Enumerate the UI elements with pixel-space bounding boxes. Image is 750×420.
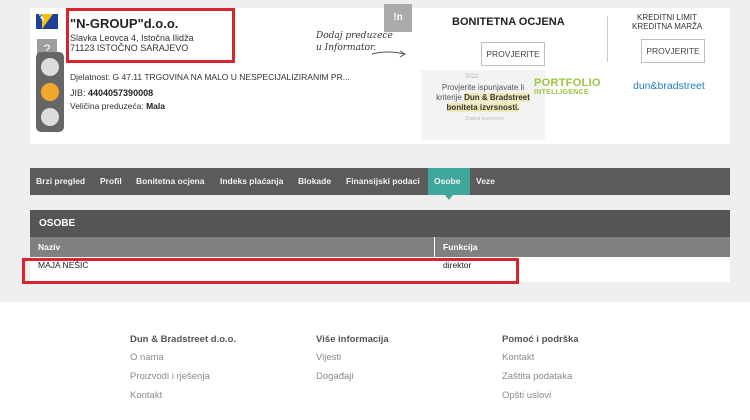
persons-title: OSOBE (30, 210, 730, 237)
tab-financial-data[interactable]: Finansijski podaci (346, 168, 420, 195)
company-address-line1: Slavka Leovca 4, Istočna Ilidža (70, 33, 194, 43)
excellence-promo-banner[interactable]: 2022 Provjerite ispunjavate li kriterije… (421, 70, 545, 140)
footer-heading: Više informacija (316, 334, 389, 345)
footer-link-events[interactable]: Događaji (316, 371, 389, 382)
rating-section: BONITETNA OCJENA PROVJERITE (421, 8, 604, 70)
company-nav-tabs: Brzi pregled Profil Bonitetna ocjena Ind… (30, 168, 730, 200)
footer-link-about[interactable]: O nama (130, 352, 236, 363)
footer-column-company: Dun & Bradstreet d.o.o. O nama Proizvodi… (130, 334, 236, 409)
tab-persons[interactable]: Osobe (428, 168, 470, 200)
promo-subtitle: Zlatna izvrsnost (465, 116, 504, 122)
company-activity: Djelatnost: G 47.11 TRGOVINA NA MALO U N… (70, 72, 350, 82)
credit-limit-title: KREDITNI LIMIT (637, 13, 698, 22)
footer-link-products[interactable]: Proizvodi i rješenja (130, 371, 236, 382)
credit-limit-section: KREDITNI LIMIT KREDITNA MARŽA PROVJERITE (613, 8, 730, 70)
tab-profile[interactable]: Profil (100, 168, 122, 195)
credit-limit-check-button[interactable]: PROVJERITE (641, 39, 705, 63)
footer-link-support-contact[interactable]: Kontakt (502, 352, 579, 363)
rating-check-button[interactable]: PROVJERITE (481, 42, 545, 66)
footer-link-news[interactable]: Vijesti (316, 352, 389, 363)
company-name: "N-GROUP"d.o.o. (70, 16, 179, 31)
footer: Dun & Bradstreet d.o.o. O nama Proizvodi… (0, 302, 750, 420)
person-row-highlight (22, 258, 519, 284)
footer-heading: Pomoć i podrška (502, 334, 579, 345)
footer-column-support: Pomoć i podrška Kontakt Zaštita podataka… (502, 334, 579, 409)
rating-title: BONITETNA OCJENA (452, 16, 565, 28)
divider (607, 16, 608, 62)
promo-year: 2022 (465, 74, 479, 80)
traffic-light-green (41, 108, 59, 126)
footer-link-contact[interactable]: Kontakt (130, 390, 236, 401)
traffic-light-red (41, 58, 59, 76)
footer-link-terms[interactable]: Opšti uslovi (502, 390, 579, 401)
tab-credit-rating[interactable]: Bonitetna ocjena (136, 168, 204, 195)
dnb-logo[interactable]: dun&bradstreet (633, 80, 705, 92)
footer-link-data-protection[interactable]: Zaštita podataka (502, 371, 579, 382)
informator-logo-icon[interactable]: !n (384, 4, 412, 32)
company-jib-value: 4404057390008 (88, 88, 154, 98)
column-header-function[interactable]: Funkcija (435, 237, 730, 257)
tab-blockades[interactable]: Blokade (298, 168, 331, 195)
company-card: ★ ★ ★ ? "N-GROUP"d.o.o. Slavka Leovca 4,… (30, 4, 730, 144)
portfolio-intelligence-logo[interactable]: PORTFOLIO INTELLIGENCE (534, 78, 601, 97)
footer-column-info: Više informacija Vijesti Događaji (316, 334, 389, 390)
curved-arrow-icon (371, 50, 406, 58)
tab-payment-index[interactable]: Indeks plaćanja (220, 168, 283, 195)
bosnia-flag-icon: ★ ★ ★ (36, 14, 58, 29)
promo-text: Provjerite ispunjavate li kriterije Dun … (436, 83, 530, 112)
tab-quick-overview[interactable]: Brzi pregled (36, 168, 85, 195)
traffic-light-icon (36, 52, 64, 132)
company-size-value: Mala (146, 101, 165, 111)
traffic-light-yellow (41, 83, 59, 101)
tab-connections[interactable]: Veze (476, 168, 495, 195)
company-address-line2: 71123 ISTOČNO SARAJEVO (70, 43, 189, 53)
column-header-name[interactable]: Naziv (30, 237, 434, 257)
footer-heading: Dun & Bradstreet d.o.o. (130, 334, 237, 345)
credit-margin-title: KREDITNA MARŽA (632, 22, 703, 31)
company-size: Veličina preduzeća: Mala (70, 101, 165, 111)
company-jib: JIB: 4404057390008 (70, 88, 154, 98)
